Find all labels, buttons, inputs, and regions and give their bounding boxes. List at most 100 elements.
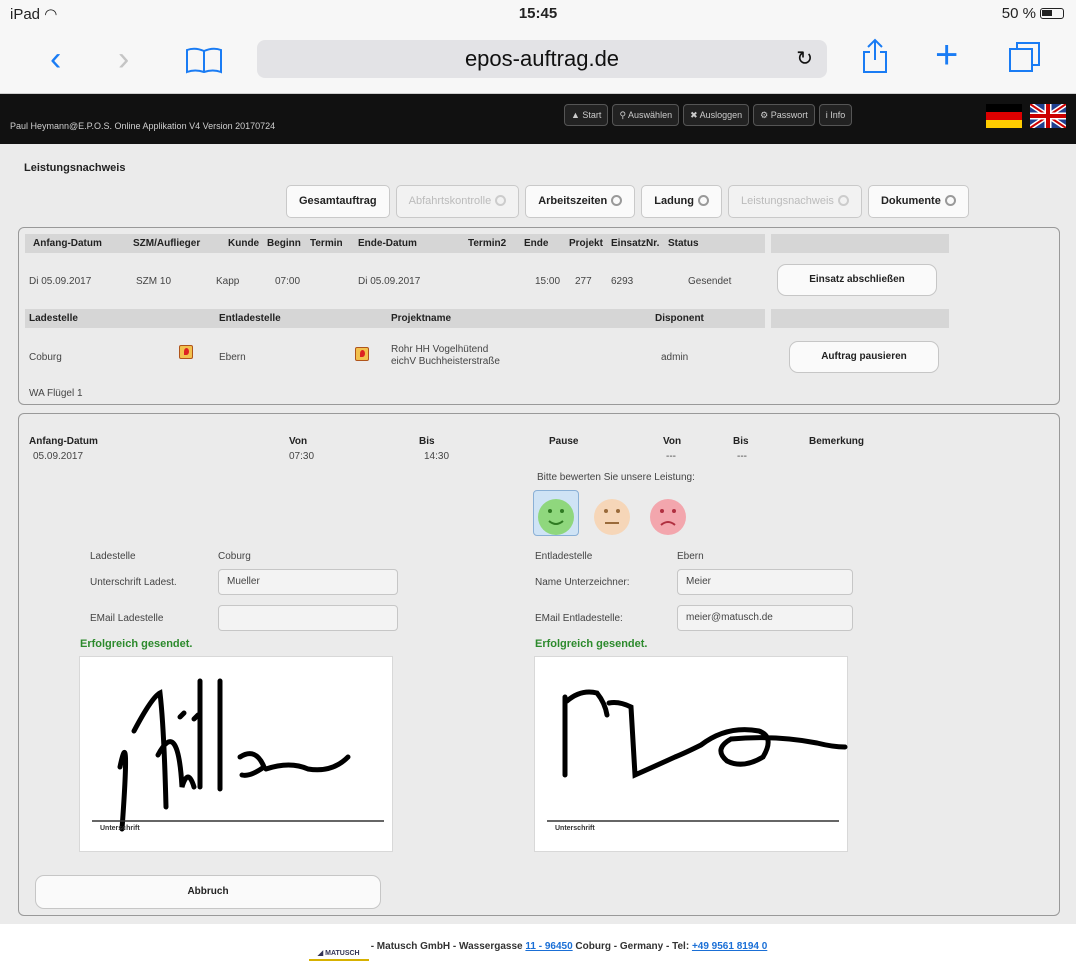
work-cell-von2: --- bbox=[666, 451, 676, 462]
email-label-right: EMail Entladestelle: bbox=[535, 613, 623, 624]
work-col-bis: Bis bbox=[419, 436, 435, 447]
cell-anfang: Di 05.09.2017 bbox=[29, 276, 92, 287]
col-projekt: Projekt bbox=[569, 238, 603, 249]
uk-flag-icon[interactable] bbox=[1030, 104, 1066, 128]
footer-phone-link[interactable]: +49 9561 8194 0 bbox=[692, 941, 767, 952]
cell-projektname-line1: Rohr HH Vogelhütend bbox=[391, 344, 489, 355]
forward-icon[interactable]: › bbox=[118, 40, 129, 78]
tab-dokumente[interactable]: Dokumente bbox=[867, 185, 969, 218]
page-footer: ◢ MATUSCH- Matusch GmbH - Wassergasse 11… bbox=[0, 924, 1076, 961]
work-cell-bis2: --- bbox=[737, 451, 747, 462]
signature-pad-right[interactable]: Unterschrift bbox=[534, 656, 848, 852]
cell-ladestelle: Coburg bbox=[29, 352, 62, 363]
location-header-bar-extra bbox=[771, 309, 949, 328]
order-note: WA Flügel 1 bbox=[29, 388, 83, 399]
signature-drawing-right bbox=[547, 689, 848, 822]
circle-icon bbox=[837, 195, 849, 206]
signature-caption-left: Unterschrift bbox=[100, 825, 140, 832]
share-icon[interactable] bbox=[862, 38, 888, 82]
success-message-left: Erfolgreich gesendet. bbox=[80, 638, 193, 650]
nav-select-button[interactable]: ⚲ Auswählen bbox=[612, 104, 680, 126]
new-tab-icon[interactable]: + bbox=[935, 35, 958, 75]
cell-disponent: admin bbox=[661, 352, 689, 363]
clock: 15:45 bbox=[518, 5, 558, 22]
nav-info-button[interactable]: i Info bbox=[818, 104, 853, 126]
app-title: Paul Heymann@E.P.O.S. Online Applikation… bbox=[10, 121, 276, 131]
german-flag-icon[interactable] bbox=[986, 104, 1022, 128]
status-badge: Gesendet bbox=[688, 276, 732, 287]
tab-abfahrtskontrolle: Abfahrtskontrolle bbox=[395, 185, 520, 218]
nav-logout-button[interactable]: ✖ Ausloggen bbox=[683, 104, 750, 126]
nav-password-button[interactable]: ⚙ Passwort bbox=[753, 104, 815, 126]
company-logo: ◢ MATUSCH bbox=[308, 947, 369, 961]
cell-kunde: Kapp bbox=[216, 276, 240, 287]
col-anfang: Anfang-Datum bbox=[33, 238, 102, 249]
tab-leistungsnachweis: Leistungsnachweis bbox=[727, 185, 862, 218]
pause-order-button[interactable]: Auftrag pausieren bbox=[789, 341, 939, 373]
col-beginn: Beginn bbox=[267, 238, 301, 249]
order-header-bar-extra bbox=[771, 234, 949, 253]
ladestelle-value: Coburg bbox=[218, 551, 251, 562]
smiley-neutral-icon[interactable] bbox=[594, 499, 630, 535]
circle-icon bbox=[944, 195, 956, 206]
nav-start-button[interactable]: ▲ Start bbox=[564, 104, 609, 126]
cell-szm: SZM 10 bbox=[136, 276, 172, 287]
signature-drawing-left bbox=[92, 678, 384, 832]
address-bar[interactable]: epos-auftrag.de ↻ bbox=[257, 40, 827, 78]
rating-prompt: Bitte bewerten Sie unsere Leistung: bbox=[537, 472, 695, 483]
tab-ladung[interactable]: Ladung bbox=[641, 185, 722, 218]
work-cell-bis: 14:30 bbox=[424, 451, 450, 462]
ios-status-bar: iPad ◠ 15:45 50 % bbox=[0, 0, 1076, 26]
reload-icon[interactable]: ↻ bbox=[796, 40, 813, 78]
tabs-icon[interactable] bbox=[1008, 41, 1042, 81]
tab-bar: Gesamtauftrag Abfahrtskontrolle Arbeitsz… bbox=[286, 185, 975, 218]
circle-icon bbox=[611, 195, 623, 206]
footer-text-1: - Matusch GmbH - Wassergasse bbox=[370, 941, 526, 952]
back-icon[interactable]: ‹ bbox=[50, 40, 61, 78]
signer-name-input-right[interactable]: Meier bbox=[677, 569, 853, 595]
col-einsatznr: EinsatzNr. bbox=[611, 238, 660, 249]
work-col-pause: Pause bbox=[549, 436, 579, 447]
entladestelle-label: Entladestelle bbox=[535, 551, 593, 562]
footer-address-link[interactable]: 11 - 96450 bbox=[525, 941, 572, 952]
work-col-von2: Von bbox=[663, 436, 682, 447]
col-projektname: Projektname bbox=[391, 313, 452, 324]
search-icon: ⚲ bbox=[619, 110, 629, 120]
home-icon: ▲ bbox=[571, 110, 583, 120]
map-pin-icon[interactable] bbox=[179, 345, 193, 359]
smiley-bad-icon[interactable] bbox=[650, 499, 686, 535]
col-szm: SZM/Auflieger bbox=[133, 238, 201, 249]
entladestelle-value: Ebern bbox=[677, 551, 704, 562]
work-col-von: Von bbox=[289, 436, 308, 447]
smiley-good-icon[interactable] bbox=[538, 499, 574, 535]
email-input-left[interactable] bbox=[218, 605, 398, 631]
signature-pad-left[interactable]: Unterschrift bbox=[79, 656, 393, 852]
tab-arbeitszeiten[interactable]: Arbeitszeiten bbox=[525, 185, 636, 218]
email-label-left: EMail Ladestelle bbox=[90, 613, 164, 624]
url-text: epos-auftrag.de bbox=[464, 46, 620, 71]
browser-toolbar: ‹ › epos-auftrag.de ↻ + bbox=[0, 26, 1076, 94]
cell-entladestelle: Ebern bbox=[219, 352, 246, 363]
tab-gesamtauftrag[interactable]: Gesamtauftrag bbox=[286, 185, 390, 218]
work-col-anfang: Anfang-Datum bbox=[29, 436, 98, 447]
footer-text-2: Coburg - Germany - Tel: bbox=[572, 941, 692, 952]
complete-assignment-button[interactable]: Einsatz abschließen bbox=[777, 264, 937, 296]
sig-name-label-left: Unterschrift Ladest. bbox=[90, 577, 177, 588]
cell-ende: 15:00 bbox=[535, 276, 561, 287]
map-pin-icon[interactable] bbox=[355, 347, 369, 361]
signer-name-input-left[interactable]: Mueller bbox=[218, 569, 398, 595]
cancel-button[interactable]: Abbruch bbox=[35, 875, 381, 909]
bookmarks-icon[interactable] bbox=[185, 44, 223, 82]
main-nav: ▲ Start ⚲ Auswählen ✖ Ausloggen ⚙ Passwo… bbox=[564, 104, 853, 126]
col-entladestelle: Entladestelle bbox=[219, 313, 281, 324]
email-input-right[interactable]: meier@matusch.de bbox=[677, 605, 853, 631]
circle-icon bbox=[495, 195, 507, 206]
cell-einsatznr: 6293 bbox=[611, 276, 634, 287]
col-ende-datum: Ende-Datum bbox=[358, 238, 417, 249]
col-ende: Ende bbox=[524, 238, 549, 249]
work-cell-von: 07:30 bbox=[289, 451, 315, 462]
col-termin2: Termin2 bbox=[468, 238, 507, 249]
col-ladestelle: Ladestelle bbox=[29, 313, 78, 324]
battery-icon bbox=[1040, 8, 1064, 19]
cell-projekt: 277 bbox=[575, 276, 592, 287]
